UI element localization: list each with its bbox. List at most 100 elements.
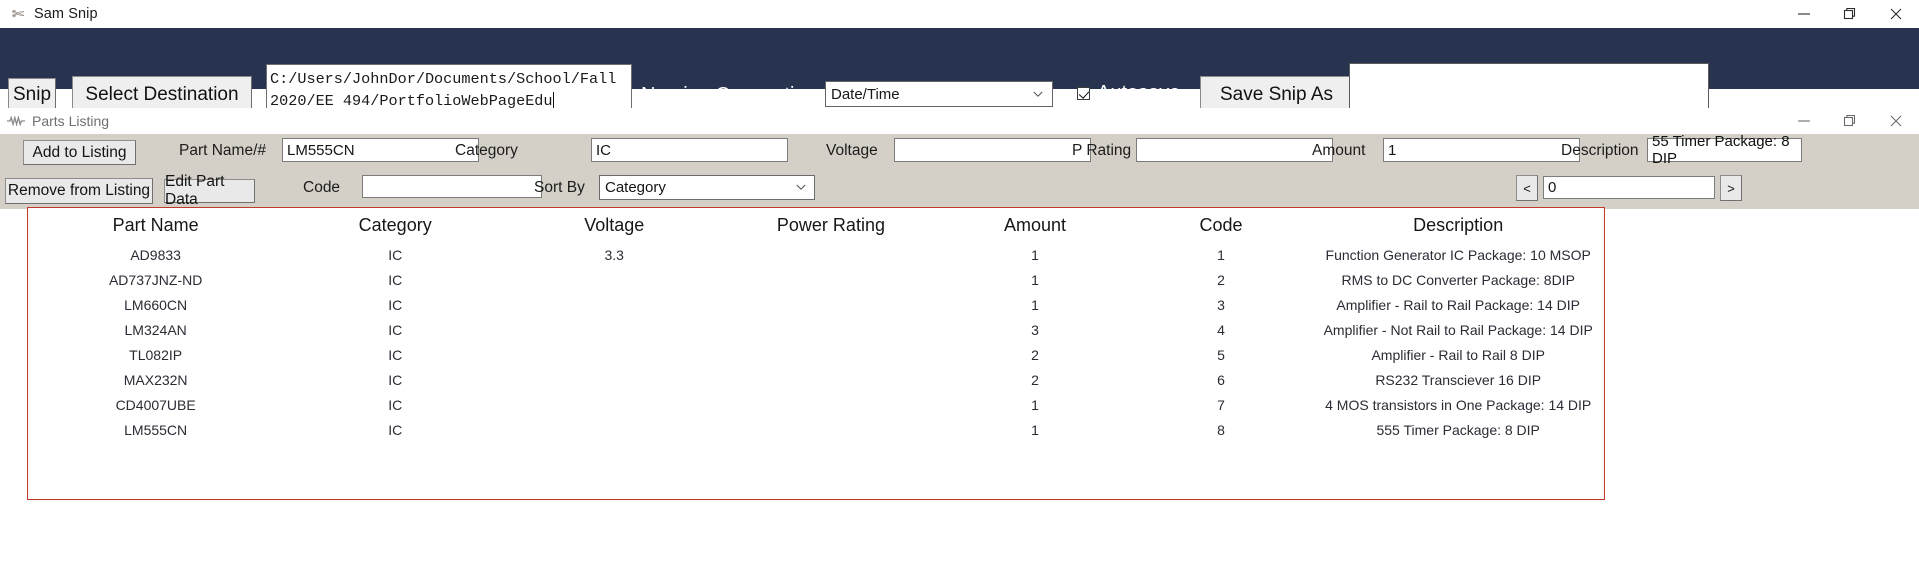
- naming-convention-value: Date/Time: [831, 85, 900, 103]
- table-cell: [507, 367, 721, 392]
- scissors-icon: ✄: [11, 5, 25, 23]
- table-row[interactable]: TL082IP IC 2 5 Amplifier - Rail to Rail 8 DI…: [28, 342, 1604, 367]
- column-header-category[interactable]: Category: [283, 208, 507, 242]
- voltage-label: Voltage: [826, 142, 878, 159]
- resistor-icon: [7, 116, 25, 126]
- table-cell: 5: [1217, 347, 1225, 363]
- table-cell: [507, 292, 721, 317]
- table-row[interactable]: AD9833 IC 3.3 1 1 Function Generator IC Packa…: [28, 242, 1604, 267]
- page-number-input[interactable]: 0: [1543, 176, 1715, 199]
- parts-form-area: Add to Listing Remove from Listing Edit …: [0, 133, 1919, 209]
- table-cell: 1: [1031, 297, 1039, 313]
- table-cell: [721, 292, 940, 317]
- table-cell: 3: [1031, 322, 1039, 338]
- table-cell: 2: [1217, 272, 1225, 288]
- column-header-description[interactable]: Description: [1312, 208, 1604, 242]
- category-input[interactable]: IC: [591, 138, 788, 162]
- table-cell: Amplifier - Rail to Rail 8 DIP: [1371, 347, 1545, 363]
- parts-listing-titlebar: Parts Listing: [0, 108, 1919, 134]
- table-cell: [721, 267, 940, 292]
- parts-table-head: Part Name Category Voltage Power Rating …: [28, 208, 1604, 242]
- table-row[interactable]: LM555CN IC 1 8 555 Timer Package: 8 DIP: [28, 417, 1604, 442]
- parts-minimize-icon[interactable]: [1781, 108, 1827, 134]
- parts-close-icon[interactable]: [1873, 108, 1919, 134]
- table-cell: AD737JNZ-ND: [108, 272, 203, 288]
- table-cell: TL082IP: [129, 347, 183, 363]
- table-row[interactable]: LM660CN IC 1 3 Amplifier - Rail to Rail Pack…: [28, 292, 1604, 317]
- restore-icon[interactable]: [1827, 0, 1873, 28]
- column-header-part-name[interactable]: Part Name: [28, 208, 283, 242]
- naming-convention-select[interactable]: Date/Time: [825, 81, 1053, 107]
- autosave-control[interactable]: Autosave: [1077, 82, 1180, 105]
- column-header-power-rating[interactable]: Power Rating: [721, 208, 940, 242]
- table-cell: 3: [1217, 297, 1225, 313]
- table-cell: MAX232N: [123, 372, 188, 388]
- next-page-button[interactable]: >: [1720, 175, 1742, 201]
- table-cell: 1: [1031, 272, 1039, 288]
- table-cell: [721, 367, 940, 392]
- table-cell: 6: [1217, 372, 1225, 388]
- snip-button[interactable]: Snip: [8, 78, 56, 112]
- table-cell: [721, 417, 940, 442]
- table-cell: IC: [388, 347, 403, 363]
- description-input[interactable]: 55 Timer Package: 8 DIP: [1647, 133, 1802, 167]
- description-label: Description: [1561, 142, 1639, 159]
- table-row[interactable]: MAX232N IC 2 6 RS232 Transciever 16 DIP: [28, 367, 1604, 392]
- chevron-down-icon: [796, 184, 806, 190]
- window-controls: [1781, 0, 1919, 28]
- parts-listing-window: Parts Listing Add to Listing Remove from…: [0, 108, 1919, 569]
- sort-by-select[interactable]: Category: [599, 175, 815, 200]
- category-label: Category: [455, 142, 518, 159]
- p-rating-label: P Rating: [1072, 142, 1132, 159]
- naming-convention-label: Naming Convention: [641, 84, 817, 106]
- table-cell: 1: [1217, 247, 1225, 263]
- parts-listing-window-controls: [1781, 108, 1919, 134]
- minimize-icon[interactable]: [1781, 0, 1827, 28]
- p-rating-input[interactable]: [1136, 138, 1333, 162]
- column-header-code[interactable]: Code: [1130, 208, 1313, 242]
- table-cell: IC: [388, 397, 403, 413]
- table-cell: IC: [388, 372, 403, 388]
- table-cell: 4: [1217, 322, 1225, 338]
- table-cell: RMS to DC Converter Package: 8DIP: [1341, 272, 1575, 288]
- add-to-listing-button[interactable]: Add to Listing: [23, 140, 136, 165]
- table-cell: AD9833: [130, 247, 181, 263]
- code-label: Code: [303, 179, 341, 196]
- parts-listing-title: Parts Listing: [32, 113, 110, 129]
- table-cell: Function Generator IC Package: 10 MSOP: [1325, 247, 1591, 263]
- table-cell: [721, 242, 940, 267]
- remove-from-listing-button[interactable]: Remove from Listing: [5, 178, 153, 204]
- window-title: Sam Snip: [34, 6, 98, 22]
- autosave-checkbox[interactable]: [1077, 87, 1090, 100]
- table-row[interactable]: LM324AN IC 3 4 Amplifier - Not Rail to Rail …: [28, 317, 1604, 342]
- parts-table-element: Part Name Category Voltage Power Rating …: [28, 208, 1604, 442]
- text-caret: [552, 92, 554, 108]
- table-row[interactable]: CD4007UBE IC 1 7 4 MOS transistors in One Pa…: [28, 392, 1604, 417]
- table-cell: LM660CN: [124, 297, 188, 313]
- amount-label: Amount: [1312, 142, 1366, 159]
- table-cell: [507, 417, 721, 442]
- table-cell: 1: [1031, 247, 1039, 263]
- parts-restore-icon[interactable]: [1827, 108, 1873, 134]
- table-cell: Amplifier - Rail to Rail Package: 14 DIP: [1336, 297, 1580, 313]
- code-input[interactable]: [362, 175, 542, 198]
- part-name-input[interactable]: LM555CN: [282, 138, 479, 162]
- sort-by-value: Category: [605, 179, 666, 196]
- previous-page-button[interactable]: <: [1516, 175, 1538, 201]
- table-cell: [721, 342, 940, 367]
- amount-input[interactable]: 1: [1383, 138, 1580, 162]
- edit-part-data-button[interactable]: Edit Part Data: [164, 173, 255, 208]
- column-header-amount[interactable]: Amount: [940, 208, 1129, 242]
- table-cell: [507, 317, 721, 342]
- table-row[interactable]: AD737JNZ-ND IC 1 2 RMS to DC Converter Packa…: [28, 267, 1604, 292]
- table-cell: 3.3: [604, 247, 624, 263]
- close-icon[interactable]: [1873, 0, 1919, 28]
- voltage-input[interactable]: [894, 138, 1091, 162]
- table-cell: 1: [1031, 397, 1039, 413]
- parts-table-body: AD9833 IC 3.3 1 1 Function Generator IC Packa…: [28, 242, 1604, 442]
- column-header-voltage[interactable]: Voltage: [507, 208, 721, 242]
- chevron-down-icon: [1033, 91, 1043, 97]
- table-cell: IC: [388, 297, 403, 313]
- table-cell: CD4007UBE: [115, 397, 196, 413]
- autosave-label: Autosave: [1097, 82, 1181, 104]
